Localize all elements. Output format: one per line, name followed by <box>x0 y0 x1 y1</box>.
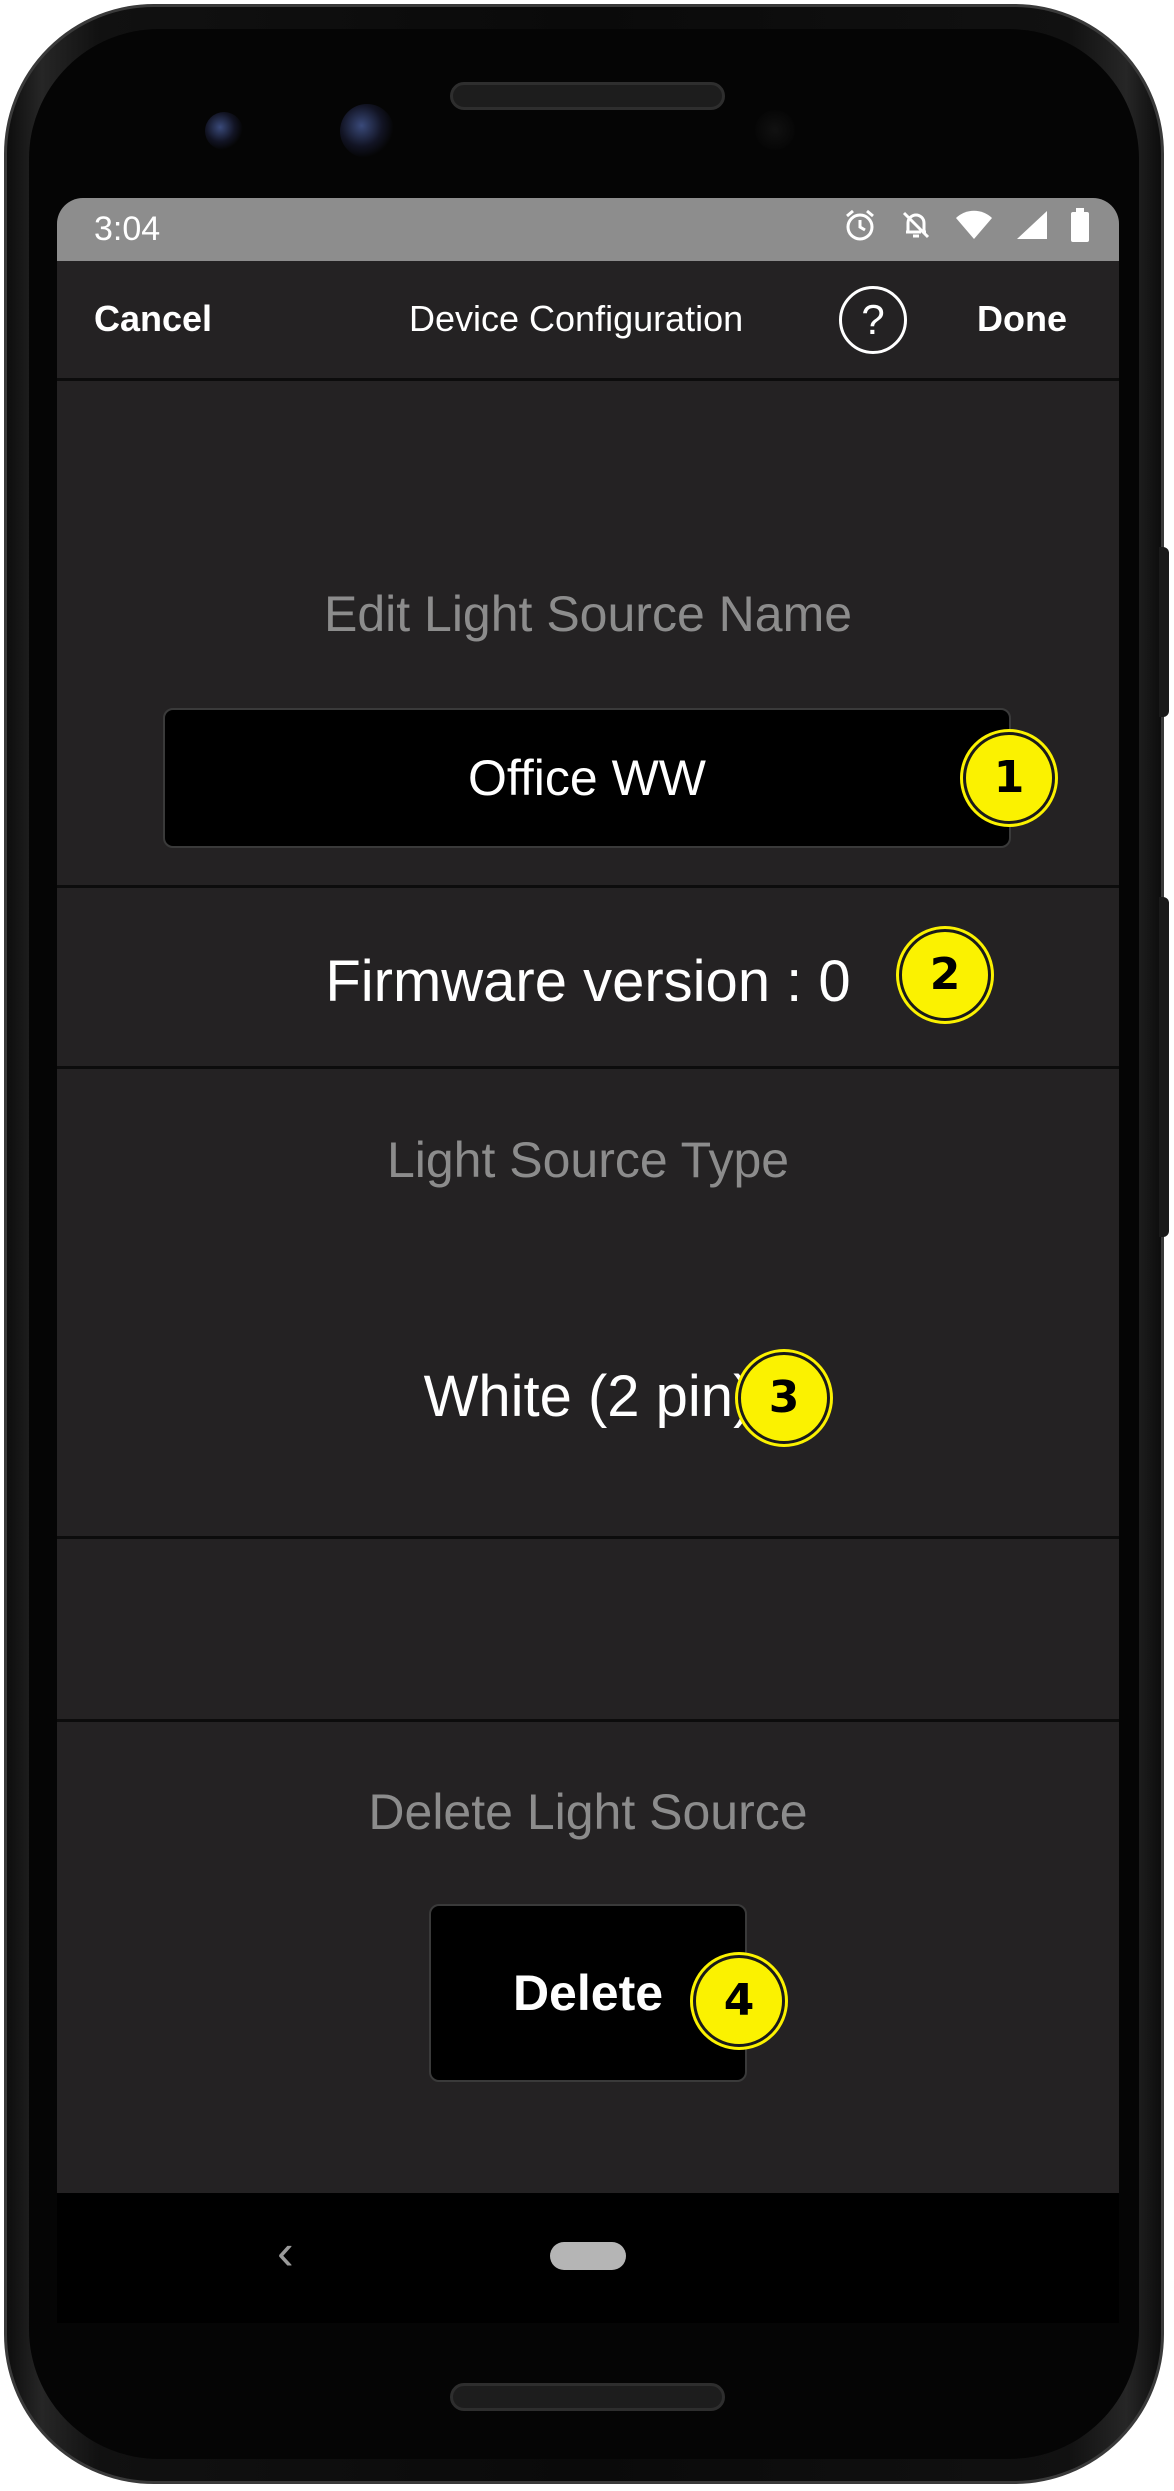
battery-icon <box>1071 208 1089 242</box>
help-icon[interactable]: ? <box>839 286 907 354</box>
type-section-label: Light Source Type <box>386 1132 790 1188</box>
app-bar: Cancel Device Configuration ? Done <box>57 261 1119 381</box>
volume-button <box>1159 897 1169 1237</box>
proximity-sensor <box>755 110 795 150</box>
divider <box>57 1719 1119 1722</box>
light-source-type-selector[interactable]: White (2 pin) <box>57 1363 1119 1430</box>
callout-marker-1: 1 <box>963 732 1055 824</box>
divider <box>57 1066 1119 1069</box>
app-screen: 3:04 Cancel Device Configuration ? Done … <box>57 198 1119 2323</box>
status-icons <box>843 208 1089 242</box>
power-button <box>1159 547 1169 717</box>
wifi-icon <box>956 210 992 239</box>
status-time: 3:04 <box>94 210 161 248</box>
callout-marker-3: 3 <box>738 1352 830 1444</box>
callout-marker-4: 4 <box>693 1955 785 2047</box>
page-title: Device Configuration <box>409 298 744 339</box>
system-nav-bar: ‹ <box>57 2193 1119 2323</box>
delete-section-label: Delete Light Source <box>368 1784 808 1840</box>
front-camera <box>340 104 394 158</box>
home-pill[interactable] <box>550 2242 626 2270</box>
divider <box>57 1536 1119 1539</box>
cancel-button[interactable]: Cancel <box>94 298 212 340</box>
done-button[interactable]: Done <box>977 298 1067 340</box>
divider <box>57 885 1119 888</box>
front-sensor <box>205 112 243 150</box>
alarm-icon <box>846 209 874 241</box>
back-icon[interactable]: ‹ <box>277 2223 294 2281</box>
light-source-name-input[interactable]: Office WW <box>163 708 1011 848</box>
name-section-label: Edit Light Source Name <box>323 586 853 642</box>
callout-marker-2: 2 <box>899 929 991 1021</box>
signal-icon <box>1017 211 1047 239</box>
bottom-speaker <box>450 2383 725 2411</box>
status-bar: 3:04 <box>57 198 1119 261</box>
earpiece-speaker <box>450 82 725 110</box>
bell-off-icon <box>902 211 930 239</box>
